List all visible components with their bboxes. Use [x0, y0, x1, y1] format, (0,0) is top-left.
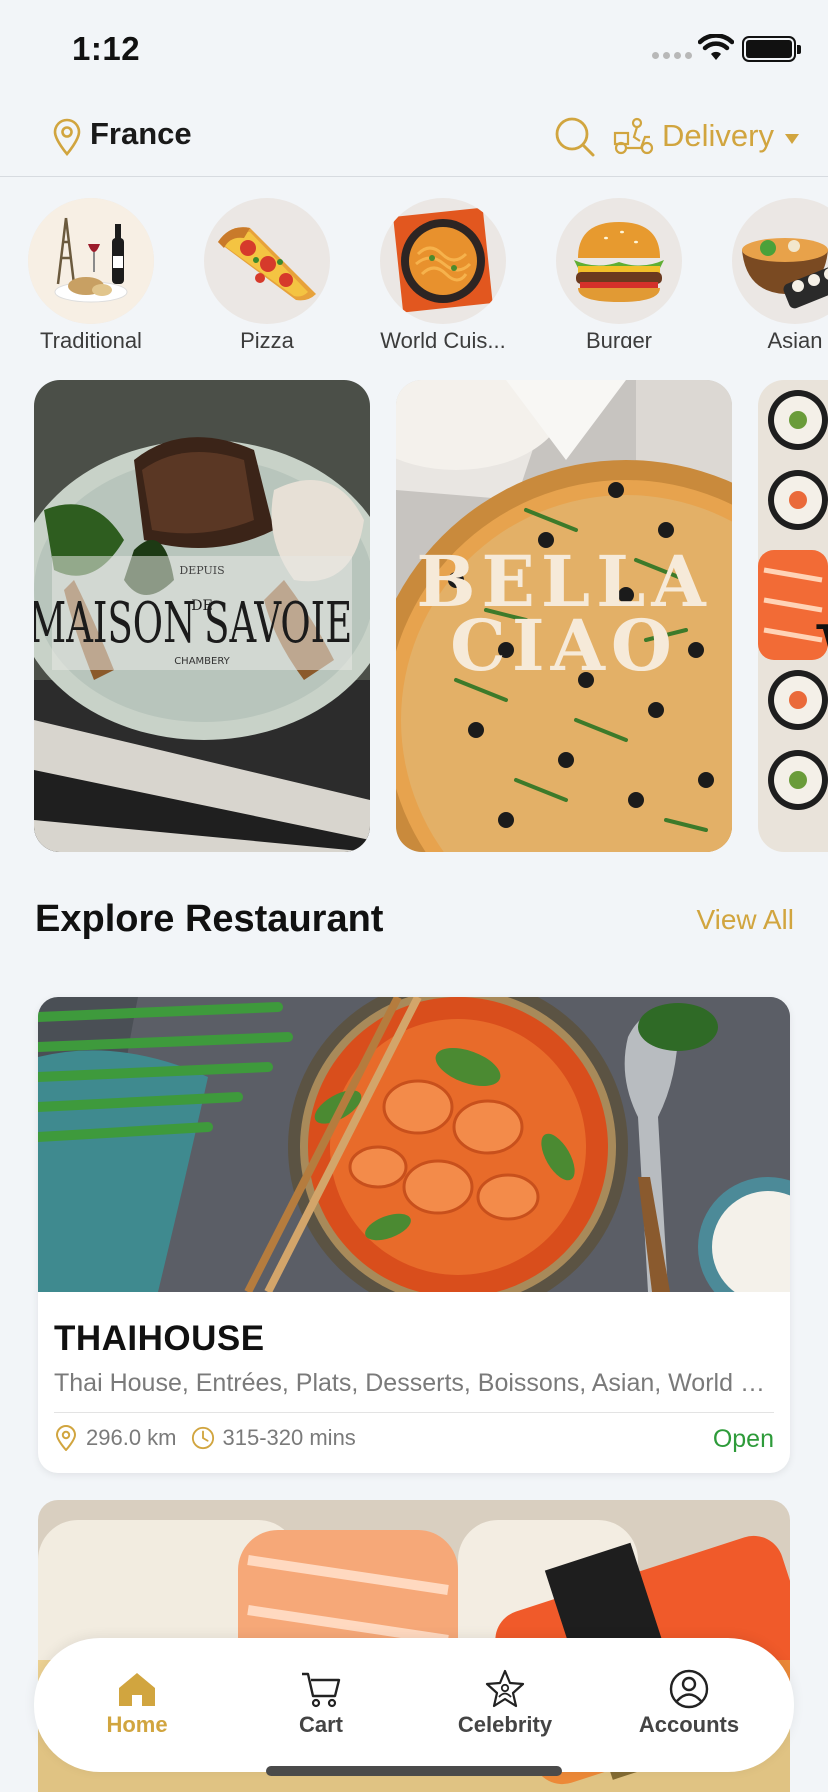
- nav-accounts[interactable]: Accounts: [624, 1668, 754, 1738]
- nav-label: Accounts: [638, 1712, 740, 1737]
- restaurant-image: [38, 997, 790, 1292]
- banner-brand-line2: CIAO: [450, 604, 678, 687]
- clock-icon: [191, 1426, 214, 1450]
- nav-label: Home: [106, 1712, 168, 1737]
- banner-brand-sub: CHAMBERY: [174, 656, 230, 667]
- category-list: Traditional Pizza World Cuis... Burger A…: [0, 198, 828, 348]
- delivery-scooter-icon: [613, 117, 654, 155]
- explore-title: Explore Restaurant: [35, 898, 384, 940]
- restaurant-card[interactable]: THAIHOUSE Thai House, Entrées, Plats, De…: [38, 997, 790, 1473]
- banner-sushi[interactable]: W: [758, 380, 828, 852]
- category-label: Burger: [585, 328, 653, 348]
- wifi-icon: [698, 34, 734, 60]
- restaurant-delivery-time: 315-320 mins: [222, 1425, 356, 1450]
- status-time: 1:12: [72, 30, 141, 67]
- banner-brand-top: DEPUIS: [179, 564, 224, 577]
- category-label: World Cuis...: [380, 328, 506, 348]
- banner-maison-de-savoie[interactable]: DEPUIS MAISON DE SAVOIE CHAMBERY: [34, 380, 370, 852]
- banner-bella-ciao[interactable]: BELLA CIAO: [396, 380, 732, 852]
- pizza-icon: [204, 198, 330, 324]
- location-pin-icon[interactable]: [52, 118, 82, 156]
- category-label: Asian: [767, 328, 823, 348]
- chevron-down-icon: [784, 134, 799, 144]
- category-label: Pizza: [240, 328, 294, 348]
- header: France Delivery: [0, 96, 828, 177]
- status-bar: 1:12: [0, 0, 828, 96]
- noodles-icon: [380, 198, 506, 324]
- banner-brand-main: MAISON: [34, 591, 195, 656]
- category-burger[interactable]: Burger: [544, 198, 694, 348]
- location-label[interactable]: France: [90, 116, 192, 152]
- burger-icon: [556, 198, 682, 324]
- home-icon: [119, 1673, 155, 1706]
- star-icon: [485, 1669, 525, 1708]
- nav-label: Cart: [298, 1712, 343, 1737]
- nav-celebrity[interactable]: Celebrity: [440, 1668, 570, 1738]
- asian-food-icon: [732, 198, 828, 324]
- banner-brand-partial: W: [816, 607, 828, 712]
- divider: [54, 1412, 774, 1413]
- battery-icon: [742, 36, 801, 62]
- category-pizza[interactable]: Pizza: [192, 198, 342, 348]
- category-traditional[interactable]: Traditional: [16, 198, 166, 348]
- cart-icon: [302, 1672, 341, 1708]
- search-icon[interactable]: [554, 116, 596, 158]
- nav-home[interactable]: Home: [72, 1668, 202, 1738]
- restaurant-name: THAIHOUSE: [54, 1319, 265, 1358]
- nav-label: Celebrity: [457, 1712, 553, 1737]
- bottom-nav: Home Cart Celebrity Accounts: [34, 1638, 794, 1772]
- signal-icon: [652, 52, 692, 59]
- home-indicator: [266, 1766, 562, 1776]
- restaurant-meta: 296.0 km 315-320 mins: [54, 1425, 356, 1451]
- traditional-food-icon: [28, 198, 154, 324]
- status-badge: Open: [712, 1425, 774, 1453]
- featured-carousel: DEPUIS MAISON DE SAVOIE CHAMBERY BELLA C…: [0, 380, 828, 852]
- restaurant-distance: 296.0 km: [86, 1425, 177, 1450]
- nav-cart[interactable]: Cart: [256, 1668, 386, 1738]
- delivery-mode-dropdown[interactable]: Delivery: [612, 112, 800, 160]
- category-world-cuisine[interactable]: World Cuis...: [368, 198, 518, 348]
- restaurant-cuisines: Thai House, Entrées, Plats, Desserts, Bo…: [54, 1369, 776, 1397]
- category-asian[interactable]: Asian: [720, 198, 828, 348]
- view-all-link[interactable]: View All: [696, 904, 794, 936]
- banner-brand-main2: SAVOIE: [204, 591, 352, 656]
- category-label: Traditional: [40, 328, 142, 348]
- delivery-label: Delivery: [662, 118, 774, 153]
- location-pin-icon: [55, 1425, 77, 1451]
- account-icon: [669, 1669, 709, 1709]
